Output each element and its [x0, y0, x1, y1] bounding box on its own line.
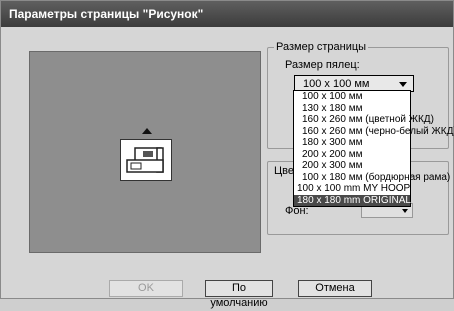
- hoop-size-option[interactable]: 100 x 100 mm MY HOOP: [294, 183, 410, 195]
- hoop-size-option-highlighted[interactable]: 180 x 180 mm ORIGINAL: [294, 194, 411, 206]
- hoop-size-option[interactable]: 160 x 260 мм (черно-белый ЖКД): [294, 126, 454, 138]
- hoop-size-option[interactable]: 160 x 260 мм (цветной ЖКД): [294, 114, 434, 126]
- default-button[interactable]: По умолчанию: [205, 280, 273, 309]
- page-settings-dialog: Параметры страницы "Рисунок" Размер стра…: [0, 0, 454, 309]
- chevron-down-icon[interactable]: [402, 209, 408, 213]
- dialog-title: Параметры страницы "Рисунок": [9, 7, 204, 21]
- title-bar: Параметры страницы "Рисунок": [1, 1, 453, 27]
- embroidery-machine-graphic: [126, 147, 164, 173]
- hoop-size-option[interactable]: 200 x 300 мм: [294, 160, 410, 172]
- chevron-down-icon[interactable]: [399, 82, 407, 87]
- hoop-size-select-value: 100 x 100 мм: [303, 78, 370, 90]
- cancel-button[interactable]: Отмена: [298, 280, 372, 297]
- hoop-size-option[interactable]: 100 x 180 мм (бордюрная рама): [294, 172, 450, 184]
- hoop-size-option[interactable]: 180 x 300 мм: [294, 137, 410, 149]
- hoop-size-label: Размер пялец:: [285, 59, 360, 71]
- hoop-direction-arrow-icon: [142, 128, 152, 134]
- embroidery-machine-icon: [120, 139, 172, 181]
- page-preview: [29, 51, 261, 253]
- page-size-group-label: Размер страницы: [274, 41, 369, 53]
- hoop-size-option[interactable]: 100 x 100 мм: [294, 91, 410, 103]
- hoop-size-option[interactable]: 130 x 180 мм: [294, 103, 410, 115]
- hoop-size-option[interactable]: 200 x 200 мм: [294, 149, 410, 161]
- ok-button[interactable]: OK: [109, 280, 183, 297]
- hoop-size-dropdown-list: 100 x 100 мм 130 x 180 мм 160 x 260 мм (…: [293, 90, 454, 207]
